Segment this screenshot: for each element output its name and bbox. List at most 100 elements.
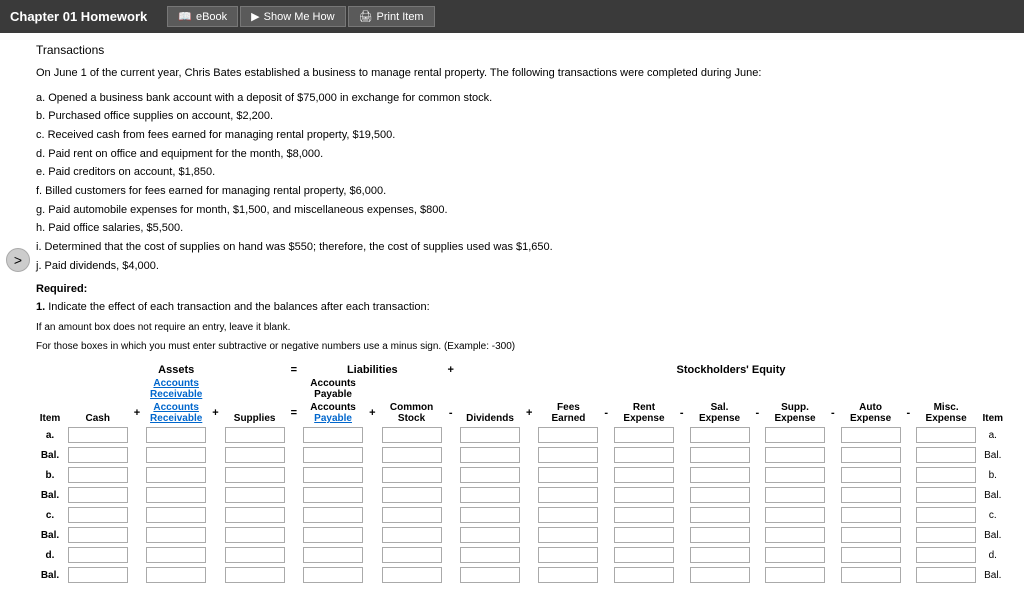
cell-a-cash[interactable] (64, 425, 131, 445)
cell-c-cash[interactable] (64, 505, 131, 525)
cell-bal-a-rent-expense[interactable] (610, 445, 677, 465)
input-bal-b-fees-earned[interactable] (538, 487, 598, 503)
input-c-dividends[interactable] (460, 507, 520, 523)
input-c-acct-pay[interactable] (303, 507, 363, 523)
input-bal-d-acct-pay[interactable] (303, 567, 363, 583)
cell-bal-d-common-stock[interactable] (378, 565, 445, 585)
input-bal-a-fees-earned[interactable] (538, 447, 598, 463)
cell-b-acct-recv[interactable] (142, 465, 209, 485)
cell-bal-b-rent-expense[interactable] (610, 485, 677, 505)
cell-a-sal-expense[interactable] (686, 425, 753, 445)
cell-d-rent-expense[interactable] (610, 545, 677, 565)
input-b-dividends[interactable] (460, 467, 520, 483)
input-bal-a-auto-expense[interactable] (841, 447, 901, 463)
input-bal-d-cash[interactable] (68, 567, 128, 583)
input-bal-b-acct-pay[interactable] (303, 487, 363, 503)
cell-bal-c-fees-earned[interactable] (535, 525, 602, 545)
input-a-acct-pay[interactable] (303, 427, 363, 443)
cell-b-auto-expense[interactable] (837, 465, 904, 485)
input-bal-c-cash[interactable] (68, 527, 128, 543)
cell-bal-c-auto-expense[interactable] (837, 525, 904, 545)
cell-c-acct-recv[interactable] (142, 505, 209, 525)
input-bal-d-fees-earned[interactable] (538, 567, 598, 583)
input-bal-b-dividends[interactable] (460, 487, 520, 503)
cell-a-acct-pay[interactable] (299, 425, 366, 445)
cell-b-cash[interactable] (64, 465, 131, 485)
input-c-supp-expense[interactable] (765, 507, 825, 523)
cell-bal-a-common-stock[interactable] (378, 445, 445, 465)
input-c-supplies[interactable] (225, 507, 285, 523)
input-c-common-stock[interactable] (382, 507, 442, 523)
input-bal-c-acct-pay[interactable] (303, 527, 363, 543)
cell-bal-d-sal-expense[interactable] (686, 565, 753, 585)
input-a-fees-earned[interactable] (538, 427, 598, 443)
input-bal-b-supp-expense[interactable] (765, 487, 825, 503)
cell-bal-a-dividends[interactable] (456, 445, 523, 465)
cell-d-acct-recv[interactable] (142, 545, 209, 565)
input-c-auto-expense[interactable] (841, 507, 901, 523)
input-bal-d-supp-expense[interactable] (765, 567, 825, 583)
cell-bal-a-cash[interactable] (64, 445, 131, 465)
input-bal-a-supp-expense[interactable] (765, 447, 825, 463)
input-d-supplies[interactable] (225, 547, 285, 563)
cell-bal-a-sal-expense[interactable] (686, 445, 753, 465)
cell-a-rent-expense[interactable] (610, 425, 677, 445)
input-bal-b-misc-expense[interactable] (916, 487, 976, 503)
input-a-common-stock[interactable] (382, 427, 442, 443)
cell-b-rent-expense[interactable] (610, 465, 677, 485)
input-bal-b-rent-expense[interactable] (614, 487, 674, 503)
input-b-misc-expense[interactable] (916, 467, 976, 483)
input-d-dividends[interactable] (460, 547, 520, 563)
cell-bal-c-acct-recv[interactable] (142, 525, 209, 545)
input-bal-b-auto-expense[interactable] (841, 487, 901, 503)
cell-c-rent-expense[interactable] (610, 505, 677, 525)
input-bal-d-rent-expense[interactable] (614, 567, 674, 583)
input-bal-a-supplies[interactable] (225, 447, 285, 463)
input-b-rent-expense[interactable] (614, 467, 674, 483)
cell-d-common-stock[interactable] (378, 545, 445, 565)
cell-bal-d-auto-expense[interactable] (837, 565, 904, 585)
input-b-acct-recv[interactable] (146, 467, 206, 483)
cell-bal-c-sal-expense[interactable] (686, 525, 753, 545)
input-bal-a-acct-recv[interactable] (146, 447, 206, 463)
cell-bal-a-acct-pay[interactable] (299, 445, 366, 465)
input-bal-c-sal-expense[interactable] (690, 527, 750, 543)
cell-bal-c-common-stock[interactable] (378, 525, 445, 545)
cell-a-common-stock[interactable] (378, 425, 445, 445)
input-bal-c-acct-recv[interactable] (146, 527, 206, 543)
input-c-acct-recv[interactable] (146, 507, 206, 523)
cell-bal-a-auto-expense[interactable] (837, 445, 904, 465)
cell-bal-d-dividends[interactable] (456, 565, 523, 585)
cell-bal-b-supp-expense[interactable] (761, 485, 828, 505)
expenses-link[interactable]: expenses (130, 204, 177, 216)
cell-bal-b-dividends[interactable] (456, 485, 523, 505)
input-bal-c-rent-expense[interactable] (614, 527, 674, 543)
cell-c-supp-expense[interactable] (761, 505, 828, 525)
cell-bal-b-fees-earned[interactable] (535, 485, 602, 505)
input-c-sal-expense[interactable] (690, 507, 750, 523)
cell-a-fees-earned[interactable] (535, 425, 602, 445)
cell-bal-c-rent-expense[interactable] (610, 525, 677, 545)
input-bal-d-auto-expense[interactable] (841, 567, 901, 583)
cell-c-acct-pay[interactable] (299, 505, 366, 525)
cell-bal-d-cash[interactable] (64, 565, 131, 585)
input-d-auto-expense[interactable] (841, 547, 901, 563)
input-a-supp-expense[interactable] (765, 427, 825, 443)
cell-d-fees-earned[interactable] (535, 545, 602, 565)
input-d-fees-earned[interactable] (538, 547, 598, 563)
cell-c-common-stock[interactable] (378, 505, 445, 525)
input-bal-a-misc-expense[interactable] (916, 447, 976, 463)
input-bal-b-sal-expense[interactable] (690, 487, 750, 503)
input-c-cash[interactable] (68, 507, 128, 523)
cell-bal-d-acct-pay[interactable] (299, 565, 366, 585)
input-b-auto-expense[interactable] (841, 467, 901, 483)
cell-bal-a-misc-expense[interactable] (912, 445, 979, 465)
cell-a-auto-expense[interactable] (837, 425, 904, 445)
input-d-misc-expense[interactable] (916, 547, 976, 563)
cell-bal-b-acct-pay[interactable] (299, 485, 366, 505)
print-button[interactable]: 🖨 Print Item (348, 6, 435, 27)
cell-d-sal-expense[interactable] (686, 545, 753, 565)
nav-arrow-button[interactable]: > (6, 248, 30, 272)
cell-bal-d-fees-earned[interactable] (535, 565, 602, 585)
input-bal-b-acct-recv[interactable] (146, 487, 206, 503)
